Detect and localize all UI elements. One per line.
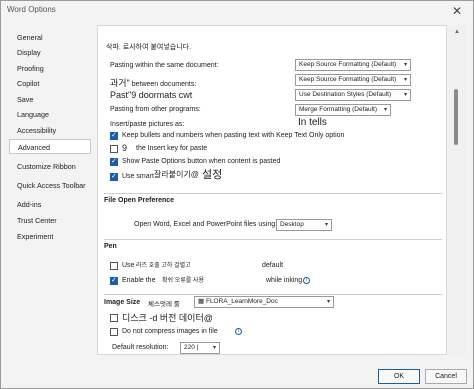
use-smart-label: Use smart	[122, 173, 154, 180]
paste-other-value: Merge Formatting (Default)	[299, 106, 378, 113]
default-resolution-label: Default resolution:	[112, 344, 169, 351]
no-compress-checkbox[interactable]	[110, 328, 118, 336]
sidebar-item-trust-center[interactable]: Trust Center	[9, 213, 91, 228]
paste-same-doc-label: Pasting within the same document:	[110, 62, 219, 69]
section-divider	[104, 294, 442, 295]
paste-other-label: Pasting from other programs:	[110, 106, 201, 113]
sidebar: General Display Proofing Copilot Save La…	[9, 25, 91, 355]
paste-conflict-select[interactable]: Use Destination Styles (Default) ▾	[295, 89, 411, 101]
discard-edit-checkbox[interactable]	[110, 314, 118, 322]
paste-other-select[interactable]: Merge Formatting (Default) ▾	[295, 104, 391, 116]
keep-bullets-label: Keep bullets and numbers when pasting te…	[122, 132, 345, 139]
sidebar-item-proofing[interactable]: Proofing	[9, 61, 91, 76]
section-divider	[104, 193, 442, 194]
chevron-down-icon: ▾	[403, 62, 407, 68]
chevron-down-icon: ▾	[403, 77, 407, 83]
scroll-thumb[interactable]	[454, 89, 458, 145]
word-options-dialog: Word Options ✕ General Display Proofing …	[0, 0, 474, 389]
scroll-up-icon[interactable]: ▲	[454, 29, 460, 35]
sidebar-item-quick-access-toolbar[interactable]: Quick Access Toolbar	[9, 178, 91, 193]
chevron-down-icon: ▾	[212, 345, 216, 351]
paste-same-doc-value: Keep Source Formatting (Default)	[299, 61, 397, 68]
chevron-down-icon: ▾	[326, 299, 330, 305]
default-resolution-value: 220 |	[184, 344, 199, 351]
insert-pictures-label: Insert/paste pictures as:	[110, 121, 185, 128]
file-open-value: Desktop	[280, 221, 304, 228]
paste-between-select[interactable]: Keep Source Formatting (Default) ▾	[295, 74, 411, 86]
file-open-label: Open Word, Excel and PowerPoint files us…	[134, 221, 278, 228]
cancel-button[interactable]: Cancel	[425, 369, 467, 384]
sidebar-item-accessibility[interactable]: Accessibility	[9, 123, 91, 138]
insert-key-prefix: 9	[122, 143, 128, 153]
paste-same-doc-select[interactable]: Keep Source Formatting (Default) ▾	[295, 59, 411, 71]
sidebar-item-add-ins[interactable]: Add-ins	[9, 197, 91, 212]
image-size-doc-value: FLORA_LearnMore_Doc	[205, 298, 278, 305]
sidebar-item-save[interactable]: Save	[9, 92, 91, 107]
use-pen-suffix: default	[262, 262, 284, 269]
keep-bullets-checkbox[interactable]	[110, 131, 118, 140]
advanced-options-panel: 삭파. 로사하여 붙여넣습니다. Pasting within the same…	[97, 25, 447, 355]
title-bar: Word Options ✕	[1, 1, 473, 23]
info-icon[interactable]: i	[235, 328, 242, 335]
ok-button[interactable]: OK	[378, 369, 420, 384]
image-size-heading-ko: 체스멋레 룰	[148, 301, 180, 308]
default-resolution-select[interactable]: 220 | ▾	[180, 342, 220, 354]
vertical-scrollbar[interactable]: ▲	[448, 25, 466, 355]
sidebar-item-copilot[interactable]: Copilot	[9, 76, 91, 91]
document-icon: ▦	[198, 298, 205, 305]
close-icon[interactable]: ✕	[449, 3, 465, 19]
enable-pen-suffix: while inking	[266, 277, 303, 284]
sidebar-item-customize-ribbon[interactable]: Customize Ribbon	[9, 159, 91, 174]
show-paste-options-checkbox[interactable]	[110, 157, 118, 166]
enable-pen-label: Enable the	[122, 277, 156, 284]
file-open-heading: File Open Preference	[104, 197, 175, 204]
use-pen-checkbox[interactable]	[110, 262, 118, 270]
enable-pen-label-ko: 확쉬 오류를 사용	[162, 278, 204, 284]
use-pen-label-ko: 라즈 호출 고하 걸렬고	[136, 263, 191, 269]
sidebar-item-experiment[interactable]: Experiment	[9, 229, 91, 244]
no-compress-label: Do not compress images in file	[122, 328, 218, 335]
image-size-doc-select[interactable]: ▦ FLORA_LearnMore_Doc ▾	[194, 296, 334, 308]
enable-pen-checkbox[interactable]	[110, 276, 118, 285]
paste-conflict-value: Use Destination Styles (Default)	[299, 91, 392, 98]
chevron-down-icon: ▾	[383, 107, 387, 113]
use-smart-checkbox[interactable]	[110, 172, 118, 181]
sidebar-item-language[interactable]: Language	[9, 107, 91, 122]
file-open-select[interactable]: Desktop ▾	[276, 219, 332, 231]
pen-heading: Pen	[104, 243, 117, 250]
section-divider	[104, 239, 442, 240]
settings-button[interactable]: 설정	[202, 166, 222, 182]
info-icon[interactable]: i	[303, 277, 310, 284]
discard-edit-label: 디스크 -d 버전 데이터@	[122, 313, 213, 323]
cut-copy-paste-heading: 삭파. 로사하여 붙여넣습니다.	[106, 44, 192, 51]
paste-conflict-label: Past"9 doormats cwt	[110, 90, 193, 100]
insert-key-checkbox[interactable]	[110, 145, 118, 153]
sidebar-item-advanced[interactable]: Advanced	[9, 139, 91, 154]
chevron-down-icon: ▾	[403, 92, 407, 98]
insert-pictures-value[interactable]: In tells	[298, 117, 327, 128]
paste-between-label: 과거" between documents:	[110, 78, 197, 88]
window-title: Word Options	[7, 5, 56, 14]
insert-key-label: the Insert key for paste	[136, 145, 208, 152]
chevron-down-icon: ▾	[324, 222, 328, 228]
sidebar-item-general[interactable]: General	[9, 30, 91, 45]
show-paste-options-label: Show Paste Options button when content i…	[122, 158, 281, 165]
paste-between-value: Keep Source Formatting (Default)	[299, 76, 397, 83]
use-pen-label: Use	[122, 262, 135, 269]
use-smart-extra: 잘라붙이기@	[154, 170, 199, 179]
sidebar-item-display[interactable]: Display	[9, 45, 91, 60]
image-size-heading: Image Size	[104, 299, 141, 306]
